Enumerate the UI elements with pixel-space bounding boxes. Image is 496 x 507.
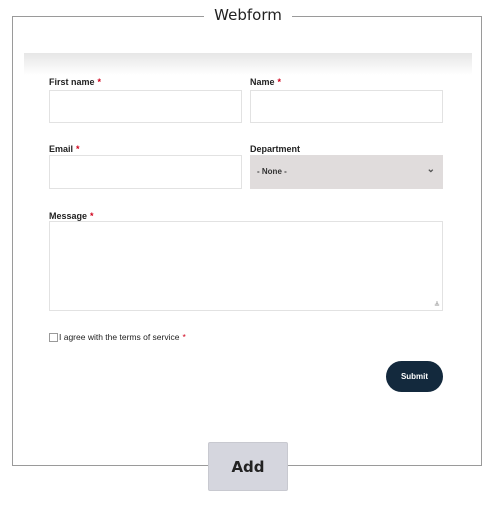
department-selected-value: - None - [257,167,287,176]
required-marker: * [97,77,102,87]
webform-title: Webform [0,6,496,24]
email-label: Email * [49,144,80,154]
name-label: Name * [250,77,282,87]
agree-checkbox[interactable] [49,333,58,342]
required-marker: * [90,211,94,221]
email-input[interactable] [49,155,242,189]
required-marker: * [182,332,186,342]
required-marker: * [76,144,80,154]
name-input[interactable] [250,90,443,123]
first-name-input[interactable] [49,90,242,123]
add-button[interactable]: Add [208,442,288,491]
resize-handle-icon[interactable]: ≜ [434,301,440,309]
department-select[interactable]: - None - ⌄ [250,155,443,189]
required-marker: * [277,77,282,87]
submit-button[interactable]: Submit [386,361,443,392]
agree-label: I agree with the terms of service * [59,332,186,342]
chevron-down-icon: ⌄ [426,164,435,175]
form-header-shade [24,53,472,75]
message-textarea[interactable]: ≜ [49,221,443,311]
department-label: Department [250,144,301,154]
message-label: Message * [49,211,94,221]
first-name-label: First name * [49,77,102,87]
